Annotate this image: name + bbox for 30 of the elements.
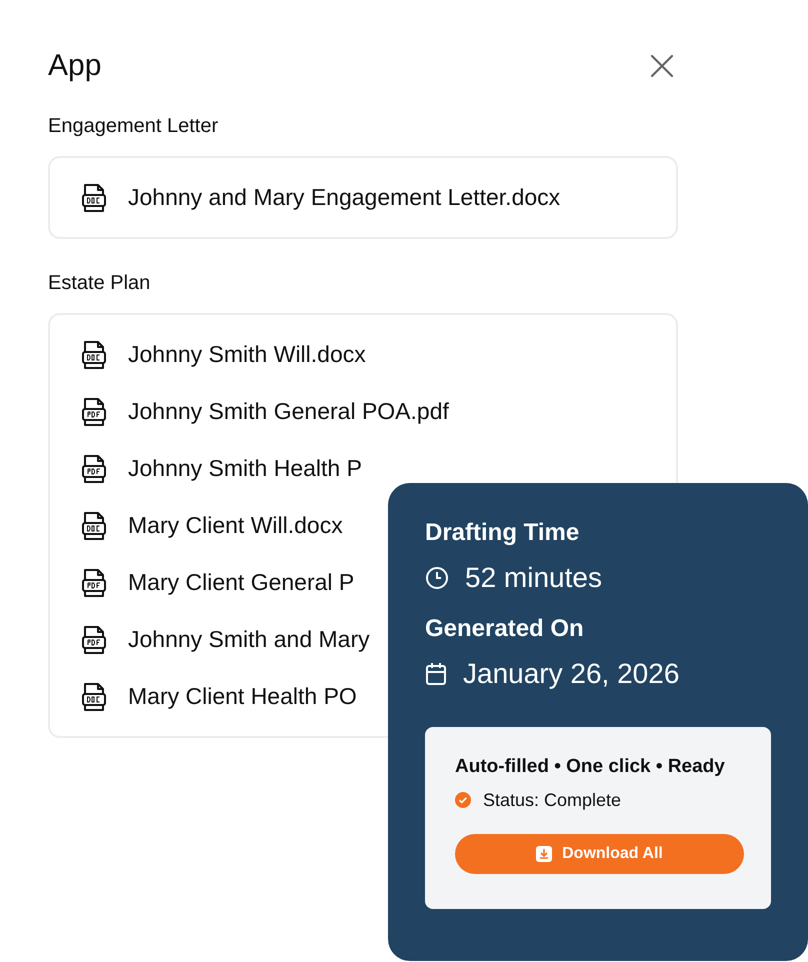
generated-on-value: January 26, 2026 <box>463 657 680 691</box>
file-icon <box>80 624 108 656</box>
window-title: App <box>48 48 102 84</box>
drafting-time-value: 52 minutes <box>465 561 602 595</box>
file-icon <box>80 566 108 598</box>
file-icon <box>80 680 108 712</box>
status-text: Status: Complete <box>483 789 622 812</box>
download-icon <box>536 846 552 862</box>
file-item[interactable]: Johnny Smith and Mary <box>80 611 370 668</box>
generated-on-label: Generated On <box>425 614 585 644</box>
file-item[interactable]: Mary Client Health PO <box>80 668 357 725</box>
file-item[interactable]: Johnny Smith Will.docx <box>80 326 366 383</box>
file-icon <box>80 338 108 370</box>
file-item[interactable]: Johnny Smith General POA.pdf <box>80 383 449 440</box>
section-title: Engagement Letter <box>48 114 220 138</box>
file-icon <box>80 396 108 428</box>
file-item[interactable]: Mary Client General P <box>80 554 354 611</box>
file-item[interactable]: Johnny Smith Health P <box>80 440 362 497</box>
file-item[interactable]: Johnny and Mary Engagement Letter.docx <box>80 169 560 226</box>
tagline: Auto-filled • One click • Ready <box>455 755 726 779</box>
file-icon <box>80 182 108 214</box>
calendar-icon <box>425 662 447 686</box>
file-icon <box>80 510 108 542</box>
clock-icon <box>425 566 449 590</box>
file-icon <box>80 452 108 484</box>
check-circle-icon <box>455 792 471 808</box>
section-title: Estate Plan <box>48 271 152 295</box>
close-icon <box>650 54 674 78</box>
file-item[interactable]: Mary Client Will.docx <box>80 497 343 554</box>
drafting-time-label: Drafting Time <box>425 518 580 548</box>
